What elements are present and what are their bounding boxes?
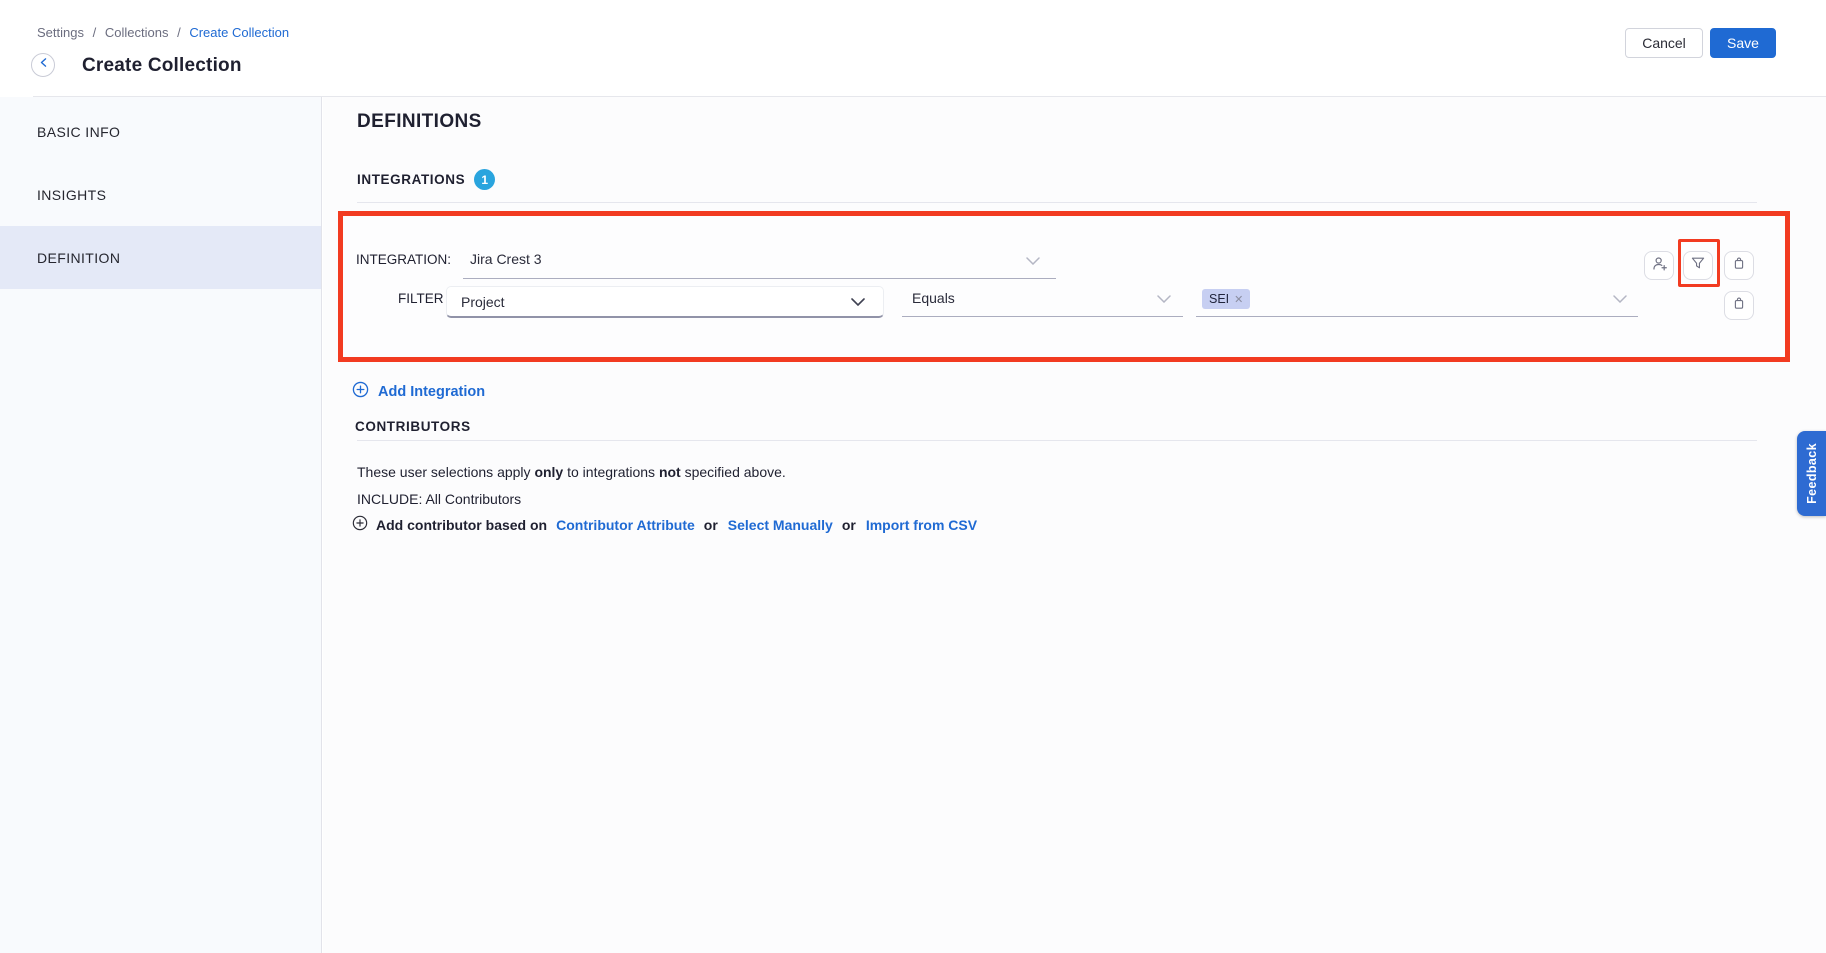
feedback-tab-label: Feedback bbox=[1805, 443, 1819, 504]
add-integration-label: Add Integration bbox=[378, 384, 485, 400]
chevron-down-icon bbox=[1157, 295, 1171, 303]
add-contributor-row: Add contributor based on Contributor Att… bbox=[352, 515, 977, 534]
trash-icon bbox=[1731, 255, 1747, 276]
contributor-attribute-link[interactable]: Contributor Attribute bbox=[556, 517, 695, 533]
chevron-down-icon bbox=[851, 298, 865, 306]
trash-icon bbox=[1731, 295, 1747, 316]
contributors-note: These user selections apply only to inte… bbox=[357, 464, 786, 480]
filter-field-select[interactable]: Project bbox=[446, 286, 884, 318]
create-collection-page: Settings / Collections / Create Collecti… bbox=[0, 0, 1826, 953]
filter-operator-underline bbox=[902, 316, 1183, 317]
breadcrumb: Settings / Collections / Create Collecti… bbox=[37, 25, 289, 40]
page-title: Create Collection bbox=[82, 55, 242, 77]
funnel-icon bbox=[1690, 255, 1706, 276]
note-text: specified above. bbox=[681, 464, 786, 480]
settings-sidebar: BASIC INFO INSIGHTS DEFINITION bbox=[0, 97, 322, 953]
back-button[interactable] bbox=[31, 53, 55, 77]
select-manually-link[interactable]: Select Manually bbox=[728, 517, 833, 533]
note-bold-not: not bbox=[659, 464, 681, 480]
manage-contributors-button[interactable] bbox=[1644, 251, 1674, 280]
integrations-count-badge: 1 bbox=[474, 169, 495, 190]
sidebar-item-label: BASIC INFO bbox=[37, 124, 120, 140]
arrow-left-icon bbox=[37, 56, 50, 74]
chevron-down-icon bbox=[1613, 295, 1627, 303]
sidebar-item-label: DEFINITION bbox=[37, 250, 120, 266]
feedback-tab[interactable]: Feedback bbox=[1797, 431, 1826, 516]
or-text: or bbox=[842, 517, 856, 533]
sidebar-item-basic-info[interactable]: BASIC INFO bbox=[0, 100, 321, 163]
filter-value-underline bbox=[1196, 316, 1638, 317]
breadcrumb-collections[interactable]: Collections bbox=[105, 25, 169, 40]
filter-label: FILTER : bbox=[343, 291, 451, 306]
chevron-down-icon bbox=[1026, 257, 1040, 265]
delete-filter-button[interactable] bbox=[1724, 291, 1754, 320]
plus-circle-icon bbox=[352, 381, 369, 402]
sidebar-item-insights[interactable]: INSIGHTS bbox=[0, 163, 321, 226]
integration-select-value[interactable]: Jira Crest 3 bbox=[470, 251, 542, 267]
delete-integration-button[interactable] bbox=[1724, 251, 1754, 280]
contributors-divider bbox=[357, 440, 1757, 441]
sidebar-item-label: INSIGHTS bbox=[37, 187, 106, 203]
integration-label: INTEGRATION: bbox=[343, 252, 451, 267]
definitions-heading: DEFINITIONS bbox=[357, 111, 482, 133]
integrations-divider bbox=[357, 202, 1757, 203]
note-bold-only: only bbox=[534, 464, 563, 480]
sidebar-item-definition[interactable]: DEFINITION bbox=[0, 226, 321, 289]
breadcrumb-separator: / bbox=[93, 25, 97, 40]
tag-label: SEI bbox=[1209, 292, 1229, 306]
filter-operator-select[interactable]: Equals bbox=[912, 290, 955, 306]
filter-field-value: Project bbox=[461, 294, 851, 310]
close-icon[interactable]: ✕ bbox=[1234, 293, 1243, 306]
import-from-csv-link[interactable]: Import from CSV bbox=[866, 517, 977, 533]
plus-circle-icon bbox=[352, 515, 368, 534]
breadcrumb-settings[interactable]: Settings bbox=[37, 25, 84, 40]
integration-select-underline bbox=[463, 278, 1056, 279]
or-text: or bbox=[704, 517, 718, 533]
note-text: to integrations bbox=[563, 464, 659, 480]
integrations-section-header: INTEGRATIONS 1 bbox=[357, 169, 495, 190]
include-line: INCLUDE: All Contributors bbox=[357, 491, 521, 507]
add-filter-button[interactable] bbox=[1683, 251, 1713, 280]
save-button[interactable]: Save bbox=[1710, 28, 1776, 58]
definition-panel: DEFINITIONS INTEGRATIONS 1 INTEGRATION: … bbox=[323, 97, 1826, 953]
cancel-button[interactable]: Cancel bbox=[1625, 28, 1703, 58]
integrations-label: INTEGRATIONS bbox=[357, 172, 465, 187]
note-text: These user selections apply bbox=[357, 464, 534, 480]
person-add-icon bbox=[1651, 255, 1668, 277]
add-integration-link[interactable]: Add Integration bbox=[352, 381, 485, 402]
filter-value-tag: SEI ✕ bbox=[1202, 289, 1250, 309]
breadcrumb-separator: / bbox=[177, 25, 181, 40]
breadcrumb-create-collection[interactable]: Create Collection bbox=[189, 25, 289, 40]
integration-row-highlight-box: INTEGRATION: Jira Crest 3 FILTER : Proje… bbox=[338, 211, 1790, 362]
add-contributor-prefix: Add contributor based on bbox=[376, 517, 547, 533]
contributors-label: CONTRIBUTORS bbox=[355, 419, 471, 434]
